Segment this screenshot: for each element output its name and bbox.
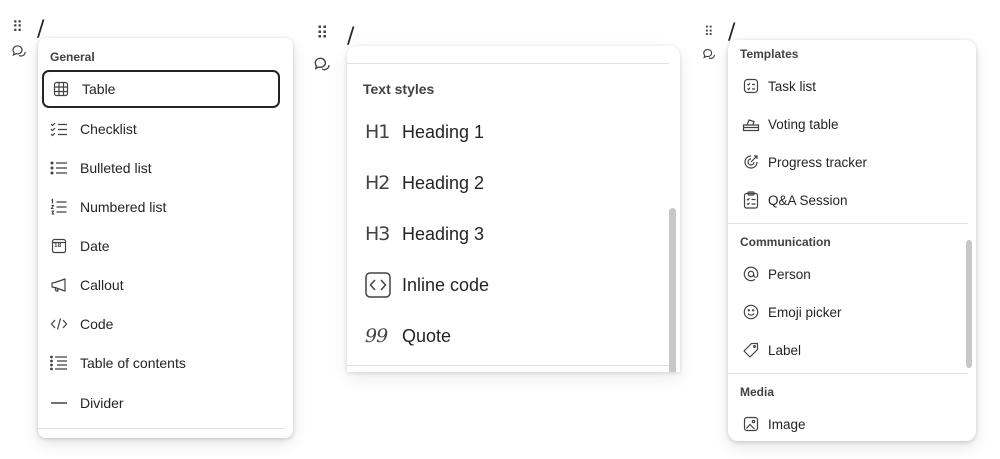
quote-icon: 99 — [365, 325, 388, 347]
menu-item-task-list[interactable]: Task list — [742, 73, 816, 99]
heading-1-icon: H1 — [365, 121, 390, 143]
menu-item-person[interactable]: Person — [742, 261, 811, 287]
menu-item-qa-session[interactable]: Q&A Session — [742, 187, 848, 213]
section-divider — [728, 373, 968, 374]
menu-item-label: Emoji picker — [768, 304, 842, 320]
menu-item-label: Voting table — [768, 116, 839, 132]
menu-item-label: Progress tracker — [768, 154, 868, 170]
menu-item-label: Person — [768, 266, 811, 282]
heading-3-icon: H3 — [365, 223, 390, 245]
menu-item-label: Inline code — [402, 274, 490, 295]
at-sign-icon — [742, 265, 760, 283]
insert-menu-text-styles: Text styles H1 Heading 1 H2 Heading 2 H3… — [347, 46, 680, 372]
calendar-icon: 18 — [50, 237, 68, 255]
section-divider — [347, 365, 669, 366]
menu-item-label: Date — [80, 238, 110, 254]
menu-item-label: Numbered list — [80, 199, 167, 215]
slash-command-text: / — [347, 24, 355, 49]
menu-item-label: Table — [82, 81, 116, 97]
section-divider — [347, 63, 669, 64]
table-of-contents-icon — [50, 354, 68, 372]
menu-item-numbered-list[interactable]: Numbered list — [50, 192, 166, 222]
comment-icon[interactable] — [11, 43, 27, 59]
menu-item-label: Table of contents — [80, 355, 186, 371]
megaphone-icon — [50, 276, 68, 294]
menu-item-label: Bulleted list — [80, 160, 152, 176]
section-heading-templates: Templates — [740, 47, 799, 61]
menu-item-quote[interactable]: 99 Quote — [365, 319, 451, 353]
section-divider — [38, 428, 285, 429]
menu-item-date[interactable]: 18 Date — [50, 231, 110, 261]
menu-item-checklist[interactable]: Checklist — [50, 114, 137, 144]
drag-handle-icon[interactable]: ⠿ — [704, 25, 713, 38]
section-heading-communication: Communication — [740, 235, 831, 249]
drag-handle-icon[interactable]: ⠿ — [12, 20, 23, 35]
scrollbar-thumb[interactable] — [669, 208, 676, 372]
checklist-icon — [50, 120, 68, 138]
insert-menu-templates: Templates Task list Voting table Progres… — [728, 40, 976, 441]
progress-tracker-icon — [742, 153, 760, 171]
menu-item-label: Checklist — [80, 121, 137, 137]
task-list-icon — [742, 77, 760, 95]
menu-item-label: Code — [80, 316, 114, 332]
menu-item-heading-1[interactable]: H1 Heading 1 — [365, 115, 484, 149]
scrollbar-thumb[interactable] — [966, 240, 972, 368]
menu-item-progress-tracker[interactable]: Progress tracker — [742, 149, 867, 175]
menu-item-label[interactable]: Label — [742, 337, 801, 363]
code-icon — [50, 315, 68, 333]
menu-item-label-text: Label — [768, 342, 802, 358]
numbered-list-icon — [50, 198, 68, 216]
menu-item-inline-code[interactable]: Inline code — [365, 268, 489, 302]
menu-item-image[interactable]: Image — [742, 411, 806, 437]
calendar-day-text: 18 — [54, 242, 62, 249]
section-divider — [728, 223, 968, 224]
menu-item-label: Image — [768, 416, 806, 432]
menu-item-label: Divider — [80, 395, 124, 411]
comment-icon[interactable] — [702, 47, 716, 61]
divider-icon — [50, 394, 68, 412]
menu-item-label: Quote — [402, 325, 452, 346]
emoji-icon — [742, 303, 760, 321]
table-icon — [52, 80, 70, 98]
menu-item-label: Q&A Session — [768, 192, 848, 208]
drag-handle-icon[interactable]: ⠿ — [316, 25, 328, 42]
section-heading-text-styles: Text styles — [363, 81, 435, 97]
bulleted-list-icon — [50, 159, 68, 177]
menu-item-label: Heading 3 — [402, 223, 485, 244]
menu-item-label: Task list — [768, 78, 817, 94]
menu-item-code[interactable]: Code — [50, 309, 113, 339]
menu-item-table-of-contents[interactable]: Table of contents — [50, 348, 186, 378]
insert-menu-general: General Table Checklist Bulleted list Nu… — [38, 38, 293, 438]
inline-code-icon — [365, 272, 391, 298]
menu-item-label: Heading 1 — [402, 121, 485, 142]
clipboard-icon — [742, 191, 760, 209]
menu-item-heading-3[interactable]: H3 Heading 3 — [365, 217, 484, 251]
menu-item-bulleted-list[interactable]: Bulleted list — [50, 153, 152, 183]
menu-item-voting-table[interactable]: Voting table — [742, 111, 839, 137]
menu-item-table[interactable]: Table — [42, 70, 280, 108]
section-heading-media: Media — [740, 385, 775, 399]
menu-item-label: Callout — [80, 277, 124, 293]
menu-item-callout[interactable]: Callout — [50, 270, 124, 300]
menu-item-label: Heading 2 — [402, 172, 485, 193]
tag-icon — [742, 341, 760, 359]
menu-item-divider[interactable]: Divider — [50, 388, 124, 418]
voting-table-icon — [742, 115, 760, 133]
menu-item-emoji-picker[interactable]: Emoji picker — [742, 299, 842, 325]
section-heading-general: General — [50, 50, 95, 64]
comment-icon[interactable] — [313, 55, 331, 73]
menu-item-heading-2[interactable]: H2 Heading 2 — [365, 166, 484, 200]
heading-2-icon: H2 — [365, 172, 390, 194]
image-icon — [742, 415, 760, 433]
